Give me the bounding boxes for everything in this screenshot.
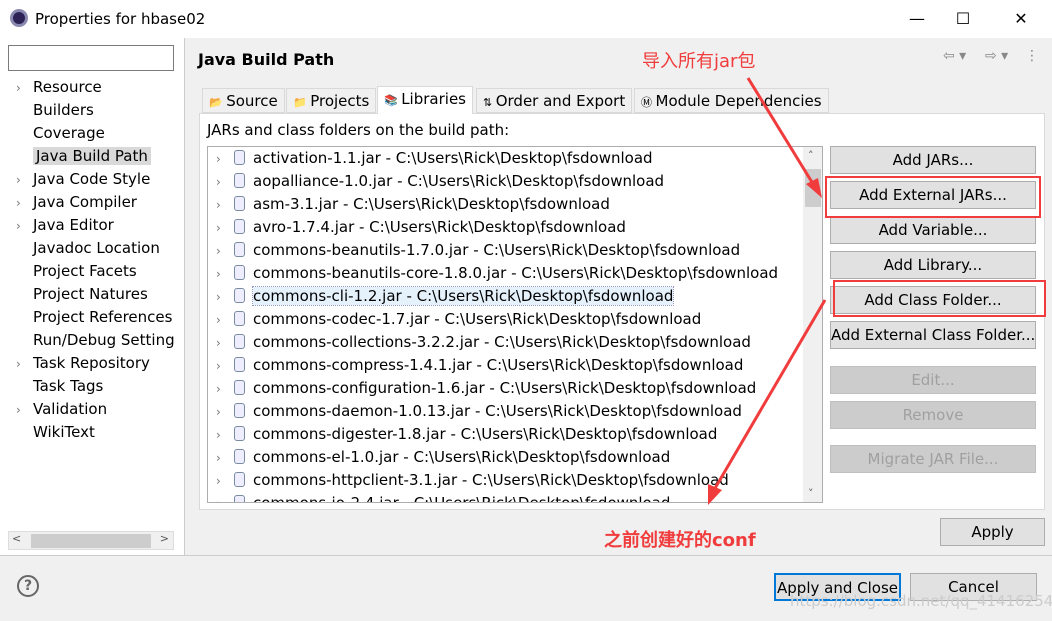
highlight-add-external-jars — [825, 176, 1041, 218]
annotation-bottom: 之前创建好的conf — [604, 530, 756, 551]
arrowhead-bottom — [708, 484, 722, 505]
annotation-overlay — [708, 77, 1046, 505]
highlight-add-class-folder — [833, 280, 1046, 317]
arrow-bottom — [712, 299, 827, 491]
arrowhead-top — [806, 178, 822, 198]
annotation-top: 导入所有jar包 — [642, 51, 756, 72]
arrow-top — [746, 77, 820, 193]
